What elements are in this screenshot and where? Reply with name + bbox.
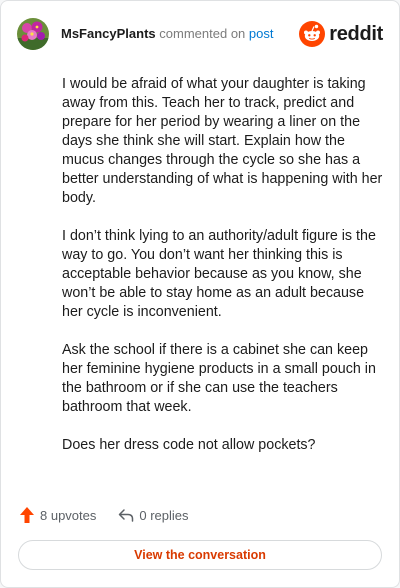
username-link[interactable]: MsFancyPlants bbox=[61, 26, 156, 41]
comment-meta: MsFancyPlants commented on post bbox=[61, 26, 273, 42]
comment-body: I would be afraid of what your daughter … bbox=[62, 75, 384, 474]
flower-avatar-icon[interactable] bbox=[17, 18, 49, 50]
upvote-button[interactable]: 8 upvotes bbox=[19, 506, 96, 524]
reply-arrow-icon bbox=[119, 509, 134, 522]
comment-paragraph: I would be afraid of what your daughter … bbox=[62, 76, 383, 206]
reddit-snoo-icon bbox=[299, 21, 326, 47]
comment-paragraph: I don’t think lying to an authority/adul… bbox=[62, 228, 376, 320]
upvote-count: 8 upvotes bbox=[40, 507, 97, 523]
comment-paragraph: Ask the school if there is a cabinet she… bbox=[62, 342, 376, 415]
reddit-logo[interactable]: reddit bbox=[299, 21, 383, 47]
comment-actions: 8 upvotes 0 replies bbox=[19, 506, 189, 524]
view-conversation-button[interactable]: View the conversation bbox=[18, 540, 382, 570]
comment-header: MsFancyPlants commented on post reddit bbox=[17, 17, 383, 51]
comment-paragraph: Does her dress code not allow pockets? bbox=[62, 437, 316, 453]
upvote-arrow-icon bbox=[20, 507, 34, 523]
post-link[interactable]: post bbox=[249, 26, 274, 41]
comment-card: MsFancyPlants commented on post reddit I… bbox=[0, 0, 400, 588]
reply-count: 0 replies bbox=[139, 507, 189, 523]
reply-button[interactable]: 0 replies bbox=[118, 507, 189, 523]
reddit-wordmark: reddit bbox=[329, 22, 383, 45]
commented-on-text: commented on bbox=[159, 26, 246, 41]
